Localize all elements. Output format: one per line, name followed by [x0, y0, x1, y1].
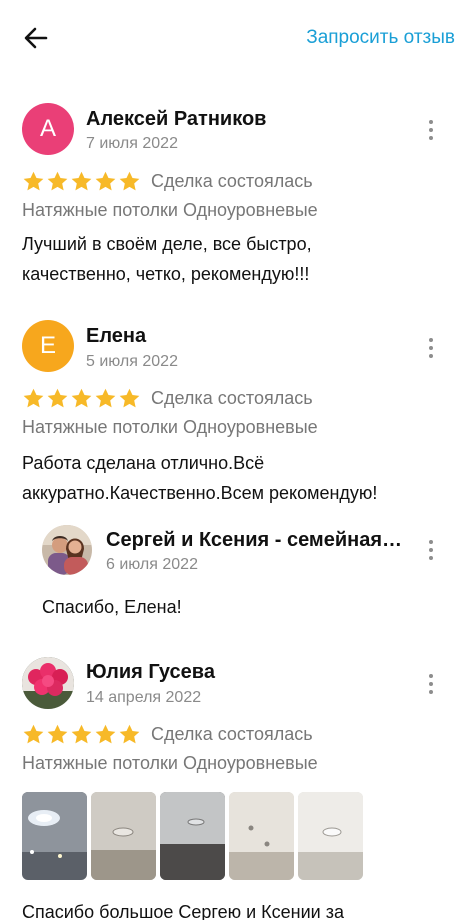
review-date: 14 апреля 2022 [86, 689, 202, 706]
reply-author-name: Сергей и Ксения - семейная пара мастеров [106, 529, 406, 551]
review-text: Спасибо большое Сергею и Ксении за [22, 897, 462, 920]
roses-photo [22, 657, 74, 709]
review-photo[interactable] [91, 792, 156, 880]
reply-text: Спасибо, Елена! [42, 597, 182, 617]
star-icon [46, 170, 69, 193]
ceiling-photo-1 [22, 792, 87, 880]
avatar-letter: А [39, 115, 56, 142]
avatar [22, 657, 74, 709]
avatar: Е [22, 320, 74, 372]
deal-status: Сделка состоялась [151, 170, 313, 191]
review-text-line: Спасибо большое Сергею и Ксении за [22, 902, 344, 920]
service-category: Натяжные потолки Одноуровневые [22, 753, 318, 773]
review-photo[interactable] [229, 792, 294, 880]
more-options-button[interactable] [421, 538, 441, 562]
service-category: Натяжные потолки Одноуровневые [22, 417, 318, 437]
rating-stars [22, 387, 141, 410]
reviewer-name: Юлия Гусева [86, 661, 215, 683]
photo-gallery [22, 792, 363, 880]
avatar: А [22, 103, 74, 155]
reply-avatar [42, 525, 92, 575]
star-icon [22, 387, 45, 410]
ceiling-photo-4 [229, 792, 294, 880]
review-photo[interactable] [298, 792, 363, 880]
more-options-icon [429, 540, 433, 544]
review-text-line: аккуратно.Качественно.Всем рекомендую! [22, 483, 378, 503]
request-review-button[interactable]: Запросить отзыв [306, 27, 455, 49]
reviewer-name: Алексей Ратников [86, 108, 267, 130]
deal-status: Сделка состоялась [151, 723, 313, 744]
reply-date: 6 июля 2022 [106, 556, 198, 573]
service-category: Натяжные потолки Одноуровневые [22, 200, 318, 220]
review-photo[interactable] [22, 792, 87, 880]
more-options-icon [429, 120, 433, 124]
star-icon [22, 723, 45, 746]
arrow-left-icon [24, 27, 48, 49]
review-text-line: качественно, четко, рекомендую!!! [22, 264, 310, 284]
review-date: 7 июля 2022 [86, 135, 178, 152]
review-text: Работа сделана отлично.Всё аккуратно.Кач… [22, 448, 462, 508]
more-options-icon [429, 674, 433, 678]
star-icon [70, 387, 93, 410]
review-text-line: Работа сделана отлично.Всё [22, 453, 265, 473]
more-options-button[interactable] [421, 672, 441, 696]
star-icon [118, 170, 141, 193]
more-options-button[interactable] [421, 336, 441, 360]
star-icon [118, 387, 141, 410]
star-icon [22, 170, 45, 193]
star-icon [46, 387, 69, 410]
ceiling-photo-5 [298, 792, 363, 880]
star-icon [94, 387, 117, 410]
star-icon [70, 170, 93, 193]
back-button[interactable] [22, 24, 50, 52]
more-options-button[interactable] [421, 118, 441, 142]
avatar-letter: Е [39, 332, 56, 359]
rating-stars [22, 723, 141, 746]
rating-stars [22, 170, 141, 193]
star-icon [46, 723, 69, 746]
review-date: 5 июля 2022 [86, 353, 178, 370]
rating-row: Сделка состоялась [22, 722, 313, 746]
star-icon [70, 723, 93, 746]
more-options-icon [429, 338, 433, 342]
deal-status: Сделка состоялась [151, 387, 313, 408]
ceiling-photo-2 [91, 792, 156, 880]
review-text: Лучший в своём деле, все быстро, качеств… [22, 229, 462, 289]
star-icon [94, 170, 117, 193]
rating-row: Сделка состоялась [22, 169, 313, 193]
review-photo[interactable] [160, 792, 225, 880]
star-icon [94, 723, 117, 746]
couple-photo [42, 525, 92, 575]
top-bar: Запросить отзыв [0, 0, 475, 78]
review-text-line: Лучший в своём деле, все быстро, [22, 234, 312, 254]
ceiling-photo-3 [160, 792, 225, 880]
star-icon [118, 723, 141, 746]
rating-row: Сделка состоялась [22, 386, 313, 410]
reviewer-name: Елена [86, 325, 147, 347]
